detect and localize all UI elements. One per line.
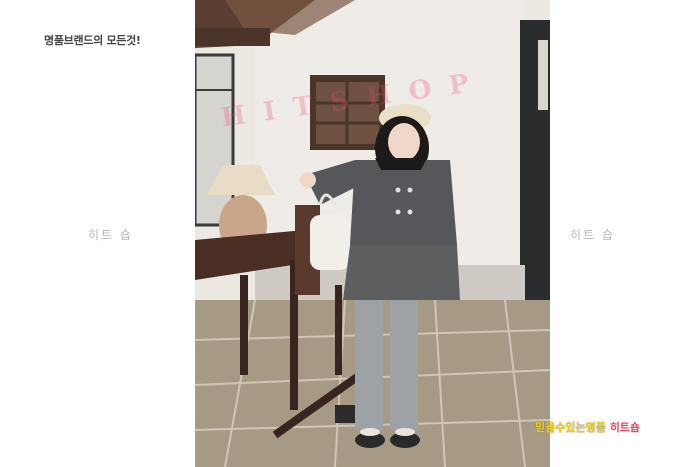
product-photo: [195, 0, 550, 467]
tagline-text: 명품브랜드의 모든것!: [44, 34, 141, 47]
brand-text: 히트숍: [609, 421, 641, 434]
slogan-text: 믿을수있는명품: [535, 421, 606, 434]
side-watermark-right: 히트 숍: [570, 228, 615, 242]
side-watermark-left: 히트 숍: [88, 228, 133, 242]
footer-badge: 믿을수있는명품 히트숍: [535, 419, 640, 435]
